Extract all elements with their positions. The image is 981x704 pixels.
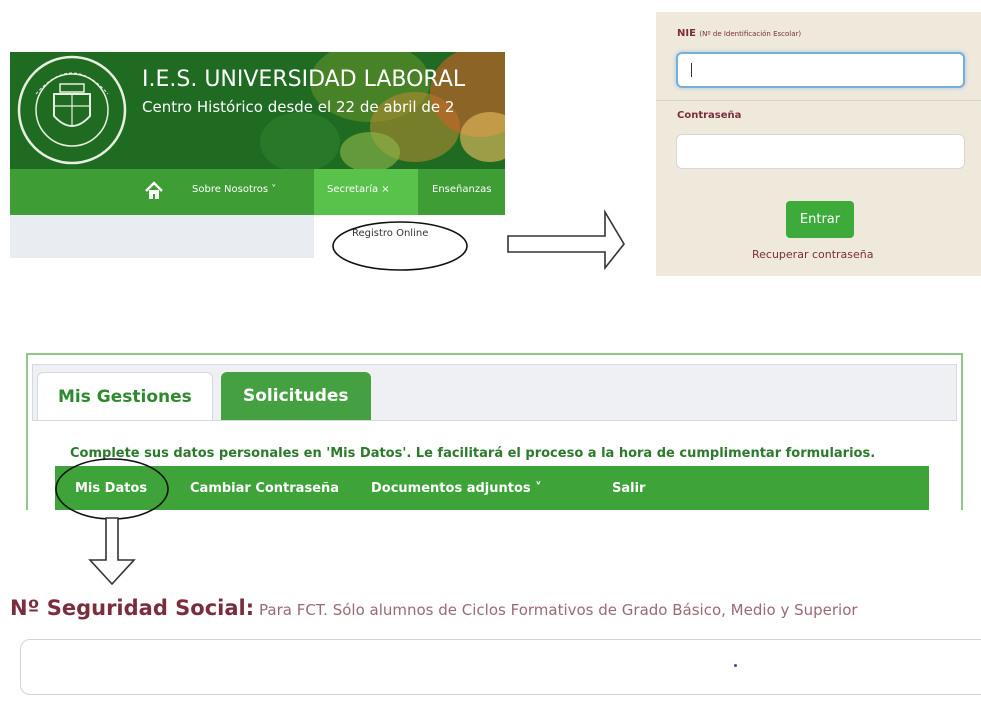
annotation-overlay	[55, 209, 625, 586]
right-arrow-icon	[507, 209, 625, 271]
highlight-ellipse-mis-datos	[55, 458, 169, 520]
highlight-ellipse-registro	[332, 221, 468, 271]
down-arrow-icon	[88, 517, 136, 586]
